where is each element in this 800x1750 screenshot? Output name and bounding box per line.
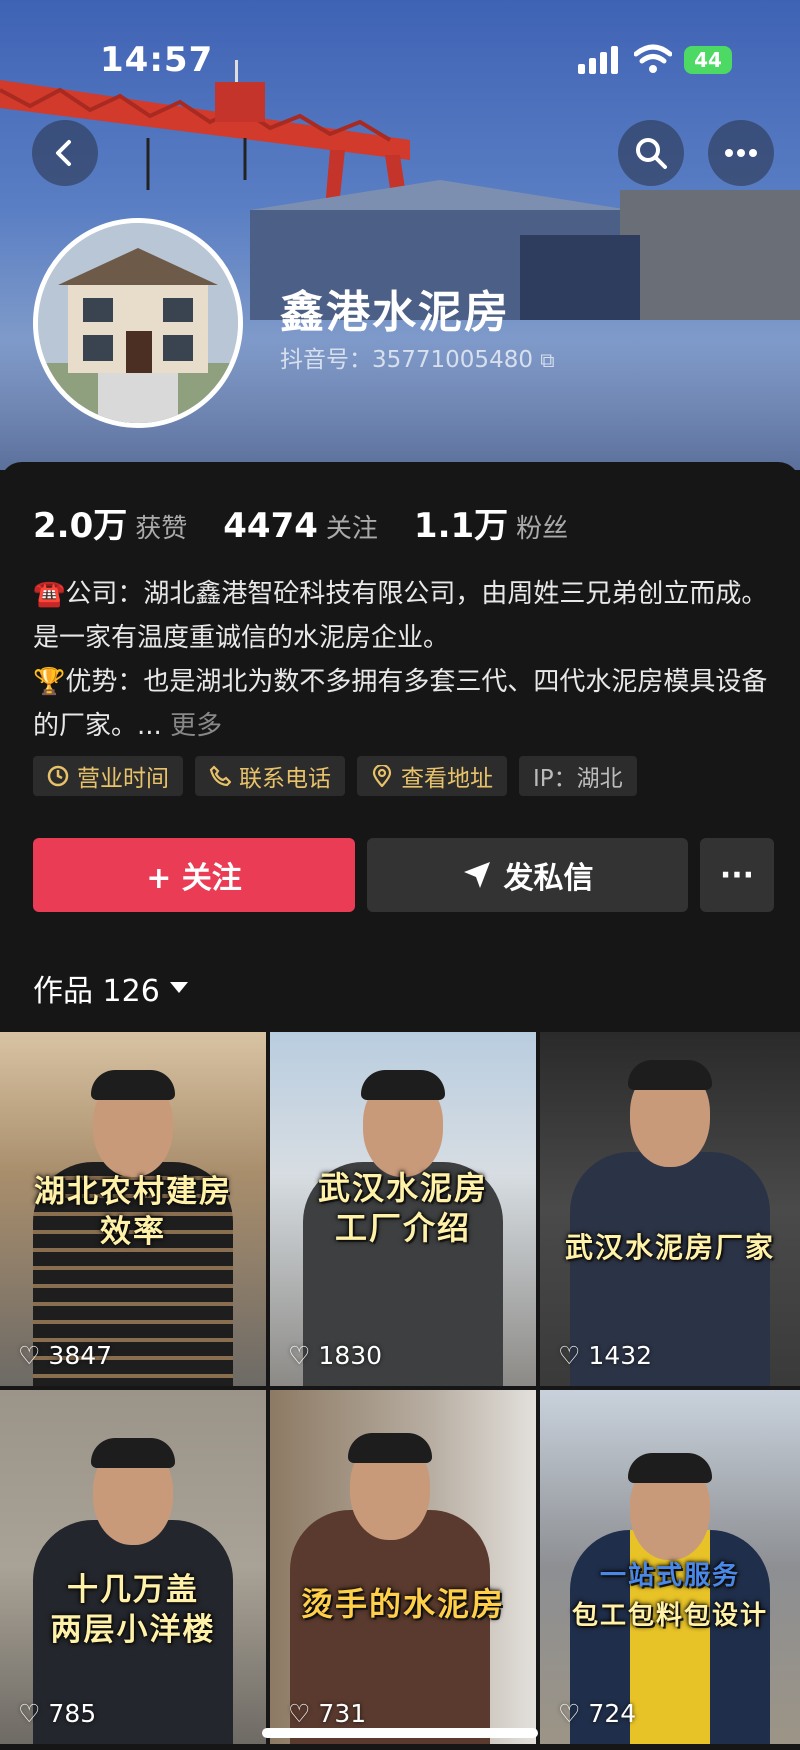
like-count-value: 1432 [588,1341,653,1370]
video-caption: 武汉水泥房厂家 [540,1228,800,1268]
video-thumbnail[interactable]: 湖北农村建房 效率 ♡ 3847 [0,1032,266,1386]
like-count: ♡ 724 [558,1699,636,1728]
caption-line: 两层小洋楼 [50,1612,216,1648]
likes-count: 2.0万 [33,506,128,546]
video-thumbnail[interactable]: 烫手的水泥房 ♡ 731 [270,1390,536,1744]
likes-label: 获赞 [135,514,188,544]
caret-down-icon [169,982,188,993]
tag-contact-phone[interactable]: 联系电话 [195,756,345,796]
phone-icon [209,765,231,787]
caption-line: 包工包料包设计 [571,1601,768,1631]
send-message-label: 发私信 [503,861,594,896]
send-message-button[interactable]: 发私信 [367,838,688,912]
video-grid: 湖北农村建房 效率 ♡ 3847 武汉水泥房 工厂介绍 ♡ 1830 武汉水泥房厂家 ♡… [0,1032,800,1750]
copy-icon[interactable]: ⧉ [540,348,554,372]
person-hair [628,1060,712,1090]
caption-line: 十几万盖 [67,1572,199,1608]
profile-name: 鑫港水泥房 [280,287,510,338]
tag-view-address-label: 查看地址 [401,766,493,792]
video-thumbnail[interactable]: 一站式服务包工包料包设计 ♡ 724 [540,1390,800,1744]
caption-line: 湖北农村建房 [34,1174,232,1210]
video-caption: 湖北农村建房 效率 [0,1172,266,1252]
tag-ip-label: IP：湖北 [533,766,623,792]
search-button[interactable] [618,120,684,186]
video-caption: 烫手的水泥房 [270,1584,536,1624]
like-count: ♡ 731 [288,1699,366,1728]
like-count-value: 3847 [48,1341,113,1370]
tag-contact-phone-label: 联系电话 [239,766,331,792]
like-count: ♡ 785 [18,1699,96,1728]
like-count-value: 731 [318,1699,367,1728]
caption-line: 效率 [100,1214,166,1250]
followers-label[interactable]: 粉丝 [516,508,568,545]
douyin-id-text: 抖音号：35771005480 [280,347,533,373]
tag-business-hours[interactable]: 营业时间 [33,756,183,796]
tag-view-address[interactable]: 查看地址 [357,756,507,796]
works-tab[interactable]: 作品 126 [33,966,188,1010]
person-hair [361,1070,445,1100]
battery-indicator: 44 [684,46,732,74]
chevron-left-icon [56,140,71,166]
like-count-value: 785 [48,1699,97,1728]
video-caption: 十几万盖 两层小洋楼 [0,1570,266,1650]
profile-tags: 营业时间 联系电话 查看地址 IP：湖北 [33,756,637,796]
video-thumbnail[interactable]: 武汉水泥房厂家 ♡ 1432 [540,1032,800,1386]
caption-line: 武汉水泥房厂家 [564,1231,775,1264]
caption-line: 武汉水泥房 [317,1169,488,1207]
following-count[interactable]: 4474 [223,506,318,546]
video-thumbnail[interactable]: 十几万盖两层小洋楼 ♡ 785 [0,1390,266,1744]
douyin-id[interactable]: 抖音号：35771005480 ⧉ [280,340,555,374]
tag-ip-location: IP：湖北 [519,756,637,796]
video-thumbnail[interactable]: 武汉水泥房 工厂介绍 ♡ 1830 [270,1032,536,1386]
status-time: 14:57 [100,40,214,80]
more-dots-icon [725,149,757,157]
works-label: 作品 126 [33,974,160,1009]
heart-icon: ♡ [288,1699,311,1728]
status-bar: 14:57 44 [0,0,800,120]
home-indicator[interactable] [262,1728,538,1738]
more-actions-button[interactable]: ··· [700,838,774,912]
heart-icon: ♡ [18,1341,41,1370]
profile-stats: 2.0万 获赞 4474 关注 1.1万 粉丝 [33,498,604,547]
follow-button[interactable]: + 关注 [33,838,355,912]
like-count-value: 1830 [318,1341,383,1370]
search-icon [636,138,667,169]
send-plane-icon [463,862,490,888]
heart-icon: ♡ [288,1341,311,1370]
video-caption: 武汉水泥房 工厂介绍 [270,1168,536,1248]
wifi-icon [634,44,672,73]
signal-icon [578,46,618,74]
avatar[interactable] [33,218,243,428]
more-options-button[interactable] [708,120,774,186]
more-actions-label: ··· [719,857,755,893]
house-avatar-image [38,223,238,423]
heart-icon: ♡ [18,1699,41,1728]
like-count: ♡ 1432 [558,1341,652,1370]
like-count-value: 724 [588,1699,637,1728]
like-count: ♡ 1830 [288,1341,382,1370]
caption-line: 一站式服务 [599,1561,740,1591]
caption-line: 工厂介绍 [334,1209,471,1247]
person-hair [628,1453,712,1483]
bio-line-advantage: 🏆优势：也是湖北为数不多拥有多套三代、四代水泥房模具设备的厂家。... 更多 [33,660,773,748]
follow-button-label: + 关注 [146,861,242,896]
video-caption: 一站式服务包工包料包设计 [540,1556,800,1636]
person-hair [348,1433,432,1463]
tag-business-hours-label: 营业时间 [77,766,169,792]
person-hair [91,1438,175,1468]
like-count: ♡ 3847 [18,1341,112,1370]
followers-count[interactable]: 1.1万 [414,498,508,547]
profile-bio: ☎️公司：湖北鑫港智砼科技有限公司，由周姓三兄弟创立而成。是一家有温度重诚信的水… [33,572,773,748]
heart-icon: ♡ [558,1341,581,1370]
following-label[interactable]: 关注 [326,508,378,545]
bio-more-link[interactable]: 更多 [170,711,222,741]
clock-icon [47,765,69,787]
person-hair [91,1070,175,1100]
caption-line: 烫手的水泥房 [300,1585,505,1623]
location-pin-icon [372,765,392,787]
bio-advantage-text: 🏆优势：也是湖北为数不多拥有多套三代、四代水泥房模具设备的厂家。... [33,667,768,741]
heart-icon: ♡ [558,1699,581,1728]
back-button[interactable] [32,120,98,186]
bio-line-company: ☎️公司：湖北鑫港智砼科技有限公司，由周姓三兄弟创立而成。是一家有温度重诚信的水… [33,579,768,653]
